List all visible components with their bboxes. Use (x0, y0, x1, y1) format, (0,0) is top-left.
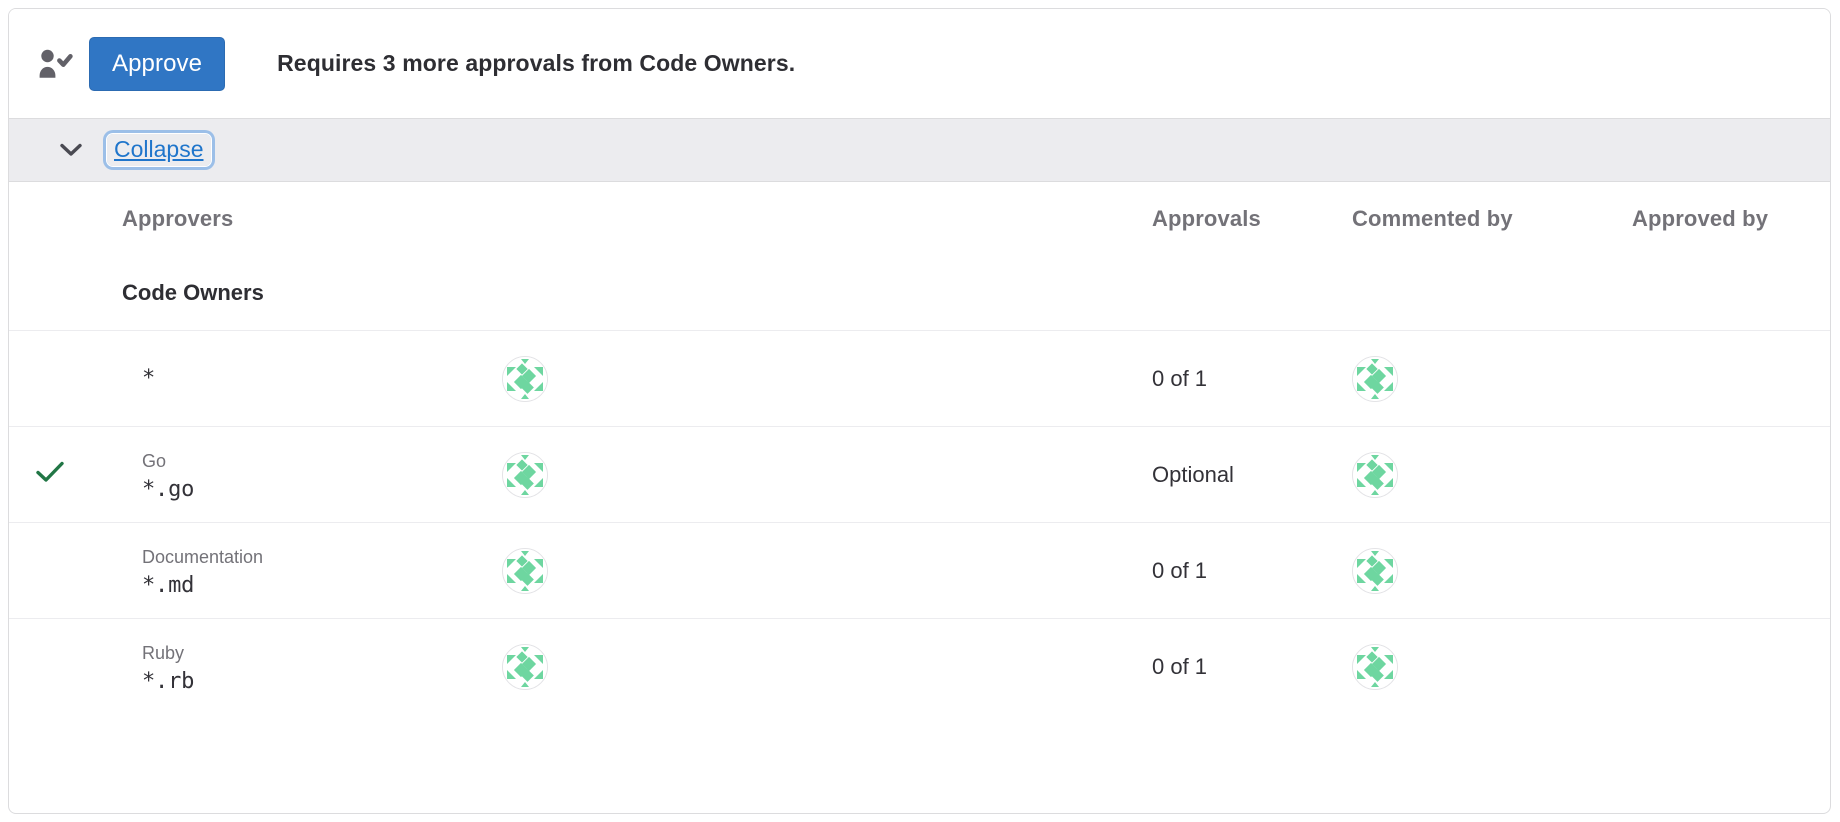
row-approved-by (1632, 330, 1830, 427)
table-row: Documentation *.md 0 of 1 (9, 522, 1830, 619)
row-approvals: 0 of 1 (1152, 653, 1208, 679)
row-approvals: 0 of 1 (1152, 522, 1352, 619)
row-approved-check (9, 426, 122, 523)
table-header-row: Approvers Approvals Commented by Approve… (9, 182, 1830, 256)
row-commented-by (1352, 330, 1632, 427)
approval-action-bar: Approve Requires 3 more approvals from C… (9, 9, 1830, 119)
table-header: Approvers Approvals Commented by Approve… (9, 182, 1830, 256)
row-approver-avatars (502, 330, 1152, 427)
header-commented-by: Commented by (1352, 206, 1513, 231)
identicon-avatar[interactable] (502, 451, 548, 498)
header-avatars (502, 182, 1152, 256)
header-approvers: Approvers (122, 206, 234, 231)
identicon-avatar[interactable] (1352, 547, 1398, 594)
section-row-code-owners: Code Owners (9, 256, 1830, 331)
row-rule: Documentation *.md (122, 522, 502, 619)
identicon-avatar[interactable] (502, 547, 548, 594)
row-approver-avatars (502, 522, 1152, 619)
section-check-spacer (9, 256, 122, 331)
collapse-strip: Collapse (9, 119, 1830, 182)
header-approved-by: Approved by (1632, 206, 1769, 231)
approvals-widget: Approve Requires 3 more approvals from C… (8, 8, 1831, 814)
row-commented-by (1352, 522, 1632, 619)
collapse-link[interactable]: Collapse (107, 134, 211, 166)
table-row: Ruby *.rb 0 of 1 (9, 619, 1830, 715)
row-approved-check (9, 619, 122, 715)
table-row: * 0 of 1 (9, 330, 1830, 427)
rule-pattern: *.rb (142, 668, 195, 694)
rule-pattern: * (142, 366, 156, 391)
identicon-avatar[interactable] (1352, 451, 1398, 498)
row-approved-check (9, 330, 122, 427)
identicon-avatar[interactable] (502, 355, 548, 402)
check-icon (35, 461, 65, 489)
table-body: Code Owners * 0 of 1 Go *.go Optional Do… (9, 256, 1830, 714)
row-approver-avatars (502, 619, 1152, 715)
approval-status-text: Requires 3 more approvals from Code Owne… (277, 50, 796, 76)
rule-pattern: *.md (142, 572, 195, 598)
row-approver-avatars (502, 426, 1152, 523)
identicon-avatar[interactable] (502, 643, 548, 690)
row-approvals: 0 of 1 (1152, 330, 1352, 427)
identicon-avatar[interactable] (1352, 355, 1398, 402)
rule-section-label: Ruby (142, 642, 185, 663)
row-rule: Ruby *.rb (122, 619, 502, 715)
chevron-down-icon[interactable] (57, 136, 85, 164)
row-approved-check (9, 522, 122, 619)
rule-section-label: Documentation (142, 546, 264, 567)
identicon-avatar[interactable] (1352, 643, 1398, 690)
section-title: Code Owners (122, 256, 1830, 331)
row-approved-by (1632, 426, 1830, 523)
row-rule: * (122, 330, 502, 427)
row-commented-by (1352, 619, 1632, 715)
header-approvals: Approvals (1152, 206, 1261, 231)
row-approved-by (1632, 522, 1830, 619)
rule-section-label: Go (142, 450, 167, 471)
row-approvals: Optional (1152, 426, 1352, 523)
approve-button[interactable]: Approve (89, 36, 226, 91)
approvers-table: Approvers Approvals Commented by Approve… (9, 182, 1830, 714)
user-check-icon (33, 43, 75, 85)
row-approved-by (1632, 619, 1830, 715)
row-rule: Go *.go (122, 426, 502, 523)
row-commented-by (1352, 426, 1632, 523)
header-check (9, 182, 122, 256)
rule-pattern: *.go (142, 476, 195, 502)
table-row: Go *.go Optional (9, 426, 1830, 523)
